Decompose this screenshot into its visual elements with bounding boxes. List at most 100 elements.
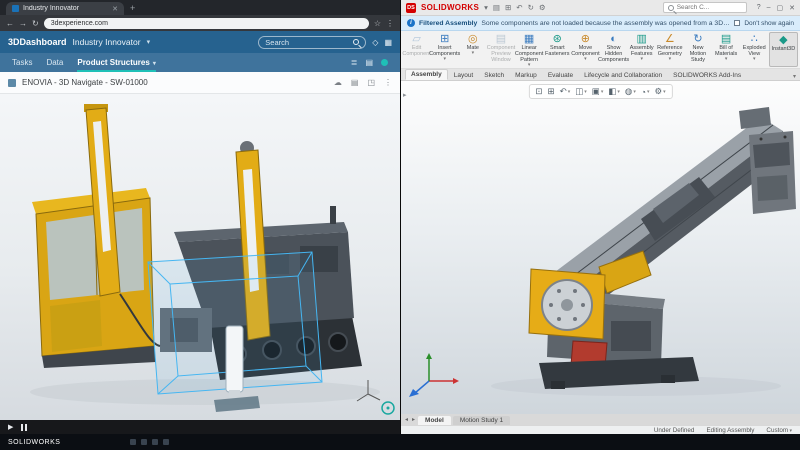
close-icon[interactable]: ✕ [789, 4, 795, 12]
more-icon[interactable]: ⋮ [384, 78, 392, 87]
tab-lifecycle-and-collaboration[interactable]: Lifecycle and Collaboration [579, 71, 667, 80]
search-input[interactable] [265, 38, 349, 47]
back-icon[interactable]: ← [6, 19, 14, 28]
doc-tab-motion-study-1[interactable]: Motion Study 1 [453, 416, 510, 425]
tag-icon[interactable]: ◇ [372, 38, 378, 47]
play-icon[interactable]: ▶ [8, 423, 13, 431]
compass-icon[interactable] [382, 402, 394, 414]
ribbon-button-exploded-view[interactable]: ∴Exploded View▾ [741, 32, 768, 67]
chevron-down-icon[interactable]: ▾ [147, 38, 151, 46]
expand-icon[interactable]: ◳ [367, 78, 375, 87]
taskbar-app-icon[interactable] [130, 439, 136, 445]
3ddashboard-brand[interactable]: 3DDashboard [8, 37, 67, 47]
ribbon-button-linear-component-pattern[interactable]: ▦Linear Component Pattern▾ [516, 32, 543, 67]
cloud-icon[interactable]: ☁ [334, 78, 342, 87]
tab-scroll-left-icon[interactable]: ◂ [404, 415, 409, 425]
dont-show-again-label[interactable]: Don't show again [744, 20, 794, 27]
ribbon-button-assembly-features[interactable]: ▥Assembly Features▾ [628, 32, 655, 67]
doc-tab-model[interactable]: Model [418, 416, 451, 425]
nav-item-product-structures[interactable]: Product Structures▾ [77, 53, 155, 72]
new-document-icon[interactable]: ▤ [493, 3, 500, 12]
bookmark-star-icon[interactable]: ☆ [374, 19, 381, 28]
tab-scroll-right-icon[interactable]: ▸ [411, 415, 416, 425]
reference-geometry-icon: ∠ [665, 33, 675, 45]
ribbon-button-mate[interactable]: ◎Mate▾ [459, 32, 486, 67]
collapse-ribbon-icon[interactable]: ▾ [793, 73, 796, 80]
ribbon-button-show-hidden-components[interactable]: ◐Show Hidden Components [600, 32, 627, 67]
open-icon[interactable]: ⊞ [505, 3, 511, 12]
taskbar-app-icon[interactable] [152, 439, 158, 445]
tab-sketch[interactable]: Sketch [479, 71, 509, 80]
new-tab-button[interactable]: + [130, 2, 135, 15]
banner-title: Filtered Assembly [419, 20, 477, 27]
user-status-icon[interactable] [381, 59, 388, 66]
ribbon-button-new-motion-study[interactable]: ↻New Motion Study [684, 32, 711, 67]
zoom-fit-icon: ⊡ [535, 86, 542, 97]
dropdown-arrow-icon: ▾ [617, 89, 620, 95]
ribbon-button-component-preview-window[interactable]: ▤Component Preview Window [487, 32, 514, 67]
nav-item-data[interactable]: Data [46, 53, 63, 72]
rebuild-icon[interactable]: ↻ [528, 3, 534, 12]
ribbon-button-label: New Motion Study [685, 45, 710, 63]
maximize-icon[interactable]: ▢ [777, 4, 784, 12]
ribbon-button-insert-components[interactable]: ⊞Insert Components▾ [431, 32, 458, 67]
tab-close-icon[interactable]: ✕ [112, 5, 118, 13]
ribbon-button-edit-component[interactable]: ▱Edit Component [403, 32, 430, 67]
forward-icon[interactable]: → [19, 19, 27, 28]
tab-layout[interactable]: Layout [449, 71, 479, 80]
undo-icon[interactable]: ↶ [516, 3, 522, 12]
hud-tool[interactable]: ⊡ [535, 86, 542, 97]
browser-tab[interactable]: Industry Innovator ✕ [6, 2, 124, 15]
options-icon[interactable]: ⚙ [539, 3, 546, 12]
tab-markup[interactable]: Markup [510, 71, 542, 80]
hud-tool[interactable]: ↶▾ [560, 86, 571, 97]
ribbon-button-smart-fasteners[interactable]: ⊛Smart Fasteners [544, 32, 571, 67]
featuremanager-flyout-icon[interactable]: ▸ [403, 91, 407, 99]
3ddashboard-appbar: 3DDashboard Industry Innovator ▾ ◇ ▦ [0, 31, 400, 53]
drill-rig-model [0, 94, 400, 420]
reload-icon[interactable]: ↻ [32, 19, 39, 28]
help-icon[interactable]: ? [757, 4, 761, 12]
pause-icon[interactable] [21, 424, 27, 431]
apps-grid-icon[interactable]: ▦ [384, 38, 392, 47]
search-icon [668, 5, 674, 11]
tab-solidworks-add-ins[interactable]: SOLIDWORKS Add-Ins [668, 71, 746, 80]
status-custom[interactable]: Custom ▾ [766, 427, 792, 434]
dont-show-again-checkbox[interactable] [734, 20, 740, 26]
tab-assembly[interactable]: Assembly [405, 69, 448, 80]
tab-title: Industry Innovator [23, 5, 108, 12]
platform-search[interactable] [258, 36, 366, 49]
solidworks-brand: SOLIDWORKS [421, 3, 479, 12]
hud-tool[interactable]: ◫▾ [575, 86, 587, 97]
hud-tool[interactable]: ◧▾ [608, 86, 620, 97]
ribbon-button-move-component[interactable]: ⊕Move Component▾ [572, 32, 599, 67]
ribbon-button-instant3d[interactable]: ◆Instant3D [769, 32, 798, 67]
ribbon-button-bill-of-materials[interactable]: ▤Bill of Materials▾ [713, 32, 740, 67]
hud-tool[interactable]: ⊞ [547, 86, 554, 97]
hud-tool[interactable]: ▣▾ [592, 86, 604, 97]
browser-menu-icon[interactable]: ⋮ [386, 19, 394, 28]
solidworks-graphics-area[interactable]: ▸ ⊡ ⊞ ↶▾ ◫▾ ▣▾ ◧▾ ◍▾ ◔▾ ⚙▾ [401, 81, 800, 414]
list-icon[interactable]: ≣ [351, 58, 358, 67]
document-tabs: ModelMotion Study 1 [418, 416, 510, 425]
hud-tool[interactable]: ◍▾ [625, 86, 636, 97]
dashboard-name[interactable]: Industry Innovator [73, 37, 141, 47]
search-icon[interactable] [353, 39, 359, 45]
layers-icon[interactable]: ▤ [351, 78, 359, 87]
ds-logo-icon: DS [406, 3, 416, 13]
taskbar-app-icon[interactable] [163, 439, 169, 445]
command-search[interactable] [663, 2, 747, 13]
nav-item-tasks[interactable]: Tasks [12, 53, 32, 72]
taskbar-app-icon[interactable] [141, 439, 147, 445]
enovia-3d-viewport[interactable] [0, 94, 400, 420]
ribbon-button-reference-geometry[interactable]: ∠Reference Geometry▾ [656, 32, 683, 67]
address-input[interactable]: 3dexperience.com [44, 18, 369, 29]
panel-icon[interactable]: ▤ [365, 58, 373, 67]
hud-tool[interactable]: ⚙▾ [654, 86, 665, 97]
hud-tool[interactable]: ◔▾ [641, 87, 650, 97]
tab-evaluate[interactable]: Evaluate [543, 71, 578, 80]
menu-chevron-icon[interactable]: ▾ [484, 3, 488, 12]
tab-favicon-icon [12, 5, 19, 12]
minimize-icon[interactable]: – [767, 4, 771, 12]
command-search-input[interactable] [677, 4, 742, 11]
